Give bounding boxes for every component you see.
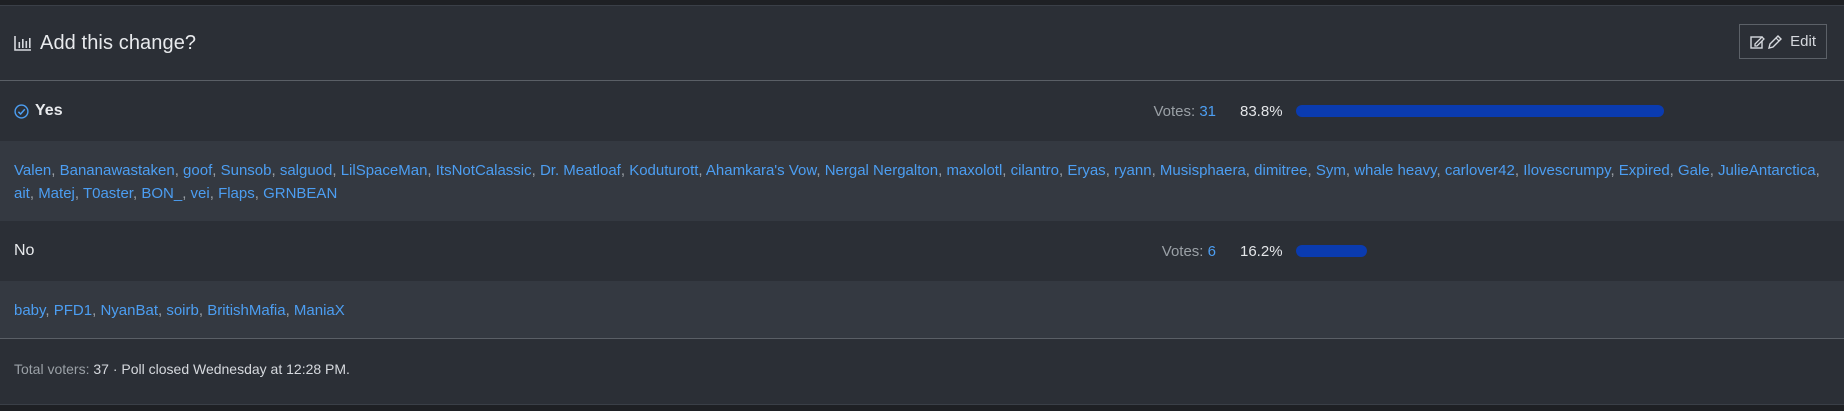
voter-separator: , (332, 162, 341, 179)
voter-link[interactable]: soirb (166, 302, 199, 319)
voter-link[interactable]: LilSpaceMan (341, 162, 428, 179)
voter-separator: , (212, 162, 221, 179)
poll-option-yes: Yes Votes: 31 83.8% (0, 81, 1844, 141)
voter-separator: , (1436, 162, 1445, 179)
poll-footer: Total voters: 37 · Poll closed Wednesday… (0, 338, 1844, 398)
voter-link[interactable]: Bananawastaken (60, 162, 175, 179)
poll-option-no: No Votes: 6 16.2% (0, 221, 1844, 281)
voter-link[interactable]: Dr. Meatloaf (540, 162, 621, 179)
voter-separator: , (209, 185, 219, 202)
voter-separator: , (1105, 162, 1115, 179)
voter-separator: , (182, 185, 191, 202)
voter-separator: , (1345, 162, 1355, 179)
voter-link[interactable]: PFD1 (54, 302, 92, 319)
voter-separator: , (1151, 162, 1160, 179)
voter-separator: , (198, 302, 208, 319)
voter-separator: , (1669, 162, 1678, 179)
voter-link[interactable]: ait (14, 185, 30, 202)
voter-link[interactable]: Ilovescrumpy (1523, 162, 1610, 179)
voter-link[interactable]: Valen (14, 162, 51, 179)
voter-link[interactable]: dimitree (1254, 162, 1307, 179)
voter-link[interactable]: Flaps (218, 185, 255, 202)
voter-link[interactable]: goof (183, 162, 212, 179)
voter-link[interactable]: Sym (1316, 162, 1346, 179)
vote-bar (1296, 245, 1735, 257)
voter-link[interactable]: Gale (1678, 162, 1710, 179)
voter-link[interactable]: vei (191, 185, 210, 202)
edit-label: Edit (1790, 33, 1816, 50)
voter-separator: , (29, 185, 39, 202)
voter-separator: , (254, 185, 264, 202)
option-text: Yes (35, 102, 63, 119)
voter-link[interactable]: salguod (280, 162, 333, 179)
voter-link[interactable]: Musisphaera (1160, 162, 1246, 179)
option-text: No (14, 242, 35, 259)
poll-title: Add this change? (40, 31, 197, 54)
voter-separator: , (1709, 162, 1719, 179)
voter-link[interactable]: GRNBEAN (263, 185, 337, 202)
vote-bar-fill (1296, 105, 1664, 117)
voter-link[interactable]: Koduturott (629, 162, 698, 179)
voter-separator: , (271, 162, 280, 179)
voter-separator: , (45, 302, 54, 319)
voter-link[interactable]: Expired (1619, 162, 1670, 179)
voter-link[interactable]: maxolotl (946, 162, 1002, 179)
vote-percent: 83.8% (1240, 102, 1283, 120)
vote-count-link[interactable]: 31 (1199, 103, 1216, 120)
voter-separator: , (698, 162, 706, 179)
vote-bar (1296, 105, 1735, 117)
voter-link[interactable]: whale heavy (1354, 162, 1436, 179)
voter-link[interactable]: carlover42 (1445, 162, 1515, 179)
voter-separator: , (285, 302, 294, 319)
total-voters-label: Total voters: (14, 360, 90, 377)
voter-link[interactable]: Ahamkara's Vow (706, 162, 816, 179)
option-label: No (14, 242, 34, 260)
voter-list: baby, PFD1, NyanBat, soirb, BritishMafia… (0, 281, 1844, 338)
voter-separator: , (1514, 162, 1524, 179)
voter-separator: , (1610, 162, 1619, 179)
voter-separator: , (427, 162, 436, 179)
voter-separator: , (51, 162, 60, 179)
vote-count-link[interactable]: 6 (1208, 243, 1216, 260)
total-voters-count: 37 (93, 360, 109, 377)
voter-separator: , (1815, 162, 1820, 179)
check-circle-icon (14, 103, 29, 119)
vote-percent: 16.2% (1240, 242, 1283, 260)
voter-link[interactable]: ItsNotCalassic (436, 162, 532, 179)
voter-separator: , (1245, 162, 1255, 179)
poll-block: Add this change? Edit Yes Votes: 31 83.8… (0, 5, 1844, 405)
voter-link[interactable]: NyanBat (100, 302, 158, 319)
voter-link[interactable]: ManiaX (294, 302, 345, 319)
voter-link[interactable]: cilantro (1011, 162, 1059, 179)
voter-link[interactable]: JulieAntarctica (1718, 162, 1816, 179)
vote-count: Votes: 31 (1153, 102, 1216, 120)
option-label: Yes (14, 102, 63, 120)
voter-separator: , (531, 162, 540, 179)
vote-count: Votes: 6 (1161, 242, 1216, 260)
voter-link[interactable]: baby (14, 302, 45, 319)
voter-link[interactable]: Sunsob (221, 162, 272, 179)
poll-closed-text: · Poll closed Wednesday at 12:28 PM. (112, 360, 350, 377)
edit-button[interactable]: Edit (1739, 24, 1827, 59)
voter-separator: , (816, 162, 825, 179)
voter-link[interactable]: Nergal Nergalton (825, 162, 938, 179)
voter-link[interactable]: Matej (38, 185, 75, 202)
vote-bar-fill (1296, 245, 1368, 257)
poll-header: Add this change? Edit (0, 6, 1844, 81)
voter-separator: , (1002, 162, 1011, 179)
voter-list: Valen, Bananawastaken, goof, Sunsob, sal… (0, 141, 1844, 221)
voter-separator: , (74, 185, 83, 202)
voter-link[interactable]: T0aster (83, 185, 133, 202)
voter-link[interactable]: Eryas (1067, 162, 1105, 179)
bar-chart-icon (14, 34, 34, 52)
edit-pencil-icon (1750, 34, 1784, 50)
voter-link[interactable]: ryann (1114, 162, 1152, 179)
voter-link[interactable]: BritishMafia (207, 302, 285, 319)
voter-separator: , (620, 162, 630, 179)
voter-separator: , (174, 162, 184, 179)
voter-separator: , (1307, 162, 1316, 179)
voter-link[interactable]: BON_ (141, 185, 182, 202)
